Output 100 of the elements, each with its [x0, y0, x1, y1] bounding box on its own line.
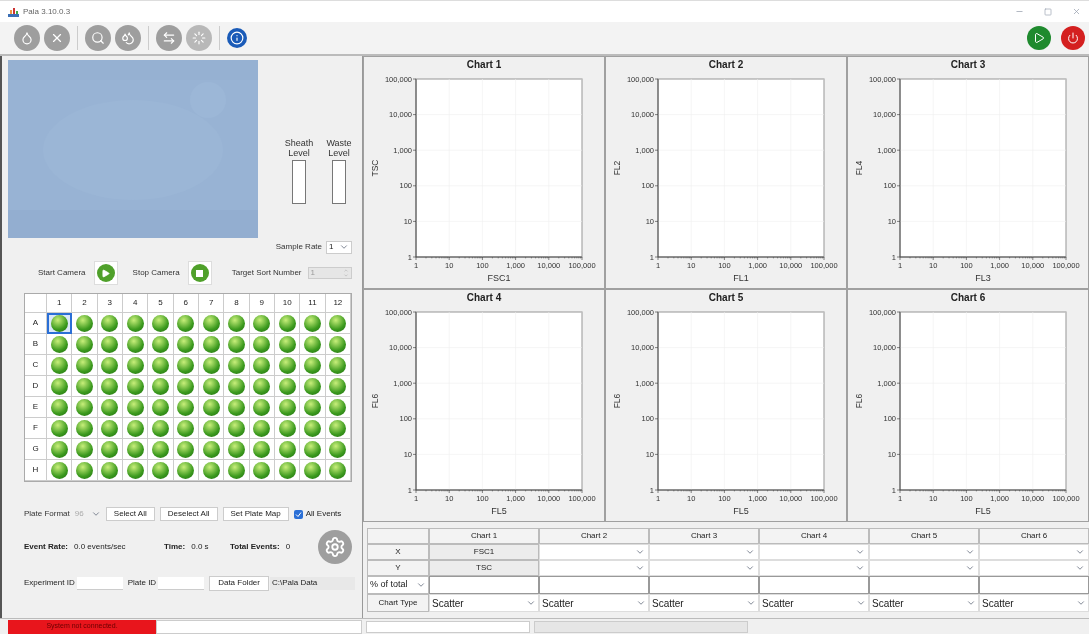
- plate-action-button[interactable]: Select All: [105, 507, 155, 521]
- x-axis-title: FL1: [733, 273, 749, 283]
- chart-type-dropdown[interactable]: Scatter: [979, 594, 1089, 612]
- chart-title: Chart 3: [949, 58, 987, 72]
- well-icon: [278, 398, 296, 416]
- chart-type-dropdown[interactable]: Scatter: [429, 594, 539, 612]
- all-events-checkbox[interactable]: [293, 509, 303, 519]
- data-folder-button[interactable]: Data Folder: [209, 575, 269, 591]
- well-icon: [329, 419, 347, 437]
- chart-type-dropdown[interactable]: Scatter: [869, 594, 979, 612]
- well-icon: [126, 461, 144, 479]
- chart-type-dropdown[interactable]: Scatter: [649, 594, 759, 612]
- well-icon: [329, 377, 347, 395]
- close-button[interactable]: [44, 25, 70, 51]
- play-button[interactable]: [1027, 26, 1051, 50]
- percent-field[interactable]: [869, 576, 979, 594]
- droplet-button[interactable]: [14, 25, 40, 51]
- well-icon: [50, 398, 68, 416]
- experiment-id-field[interactable]: [76, 576, 123, 590]
- y-axis-title: FL6: [370, 393, 380, 409]
- well-icon: [152, 335, 169, 353]
- well-icon: [177, 356, 195, 374]
- info-button[interactable]: [227, 28, 247, 48]
- well-icon: [101, 440, 119, 458]
- well-icon: [329, 314, 347, 332]
- column-header: 5: [148, 294, 174, 313]
- well-icon: [177, 314, 195, 332]
- chart-title: Chart 4: [465, 291, 503, 305]
- chart-type-dropdown[interactable]: Scatter: [759, 594, 869, 612]
- well-icon: [50, 356, 68, 374]
- well-icon: [76, 377, 93, 395]
- power-icon: [1067, 32, 1079, 44]
- well-icon: [50, 419, 68, 437]
- y-axis-title: FL4: [854, 160, 864, 176]
- stop-camera-button[interactable]: [187, 261, 212, 285]
- column-header: Chart 3: [649, 528, 759, 544]
- info-icon: [230, 31, 244, 45]
- column-header: Chart 5: [869, 528, 979, 544]
- corner-cell: [25, 294, 47, 313]
- caret-icon: [966, 598, 976, 608]
- caret-icon: [416, 580, 426, 590]
- well-icon: [329, 398, 347, 416]
- plate-action-button[interactable]: Deselect All: [159, 507, 218, 521]
- field-label: Experiment ID: [24, 577, 75, 589]
- well-icon: [126, 398, 144, 416]
- stat-value: 0.0 s: [191, 541, 209, 553]
- power-button[interactable]: [1061, 26, 1085, 50]
- gauge-label: Sheath Level: [283, 138, 315, 158]
- column-header: 12: [325, 294, 351, 313]
- well-icon: [304, 440, 321, 458]
- stat-label: Total Events:: [230, 541, 280, 553]
- well-icon: [126, 356, 144, 374]
- percent-field[interactable]: [539, 576, 649, 594]
- well-icon: [152, 419, 169, 437]
- y-axis-title: FL6: [612, 393, 622, 409]
- well-icon: [152, 356, 169, 374]
- sample-rate-dropdown[interactable]: 1: [326, 240, 352, 254]
- plate-well[interactable]: [47, 313, 73, 334]
- well-icon: [76, 398, 93, 416]
- percent-field[interactable]: [429, 576, 539, 594]
- window-title: Pala 3.10.0.3: [23, 5, 71, 18]
- well-icon: [76, 356, 93, 374]
- field-label: Target Sort Number: [231, 267, 302, 279]
- row-header: F: [25, 418, 47, 439]
- percent-field[interactable]: [649, 576, 759, 594]
- well-icon: [101, 461, 119, 479]
- settings-button[interactable]: [318, 530, 353, 564]
- x-axis-title: FL5: [733, 506, 749, 516]
- stat-label: Event Rate:: [24, 541, 68, 553]
- start-camera-button[interactable]: [93, 261, 118, 285]
- stop-icon: [196, 269, 204, 277]
- chart-title: Chart 5: [707, 291, 745, 305]
- search-button[interactable]: [85, 25, 111, 51]
- y-axis-title: FL2: [612, 160, 622, 176]
- table-cell: TSC: [429, 560, 539, 576]
- chart-title: Chart 2: [707, 58, 745, 72]
- plate-action-button[interactable]: Set Plate Map: [222, 507, 289, 521]
- droplets-button[interactable]: [115, 25, 141, 51]
- swap-button[interactable]: [156, 25, 182, 51]
- percent-field[interactable]: [759, 576, 869, 594]
- column-header: Chart 6: [979, 528, 1089, 544]
- percent-dropdown[interactable]: % of total: [367, 576, 429, 594]
- well-icon: [278, 356, 296, 374]
- percent-field[interactable]: [979, 576, 1089, 594]
- plate-id-field[interactable]: [158, 576, 205, 590]
- spinner-arrows-icon: [342, 268, 349, 278]
- data-folder-field[interactable]: C:\Pala Data: [269, 576, 355, 590]
- well-icon: [304, 461, 321, 479]
- corner-cell: [367, 528, 429, 544]
- column-header: 4: [123, 294, 149, 313]
- well-icon: [278, 440, 296, 458]
- well-icon: [278, 419, 296, 437]
- chart-type-dropdown[interactable]: Scatter: [539, 594, 649, 612]
- row-header: E: [25, 397, 47, 418]
- well-icon: [329, 461, 347, 479]
- row-header: D: [25, 376, 47, 397]
- chart-title: Chart 6: [949, 291, 987, 305]
- well-icon: [50, 377, 68, 395]
- well-icon: [202, 377, 220, 395]
- well-icon: [101, 335, 119, 353]
